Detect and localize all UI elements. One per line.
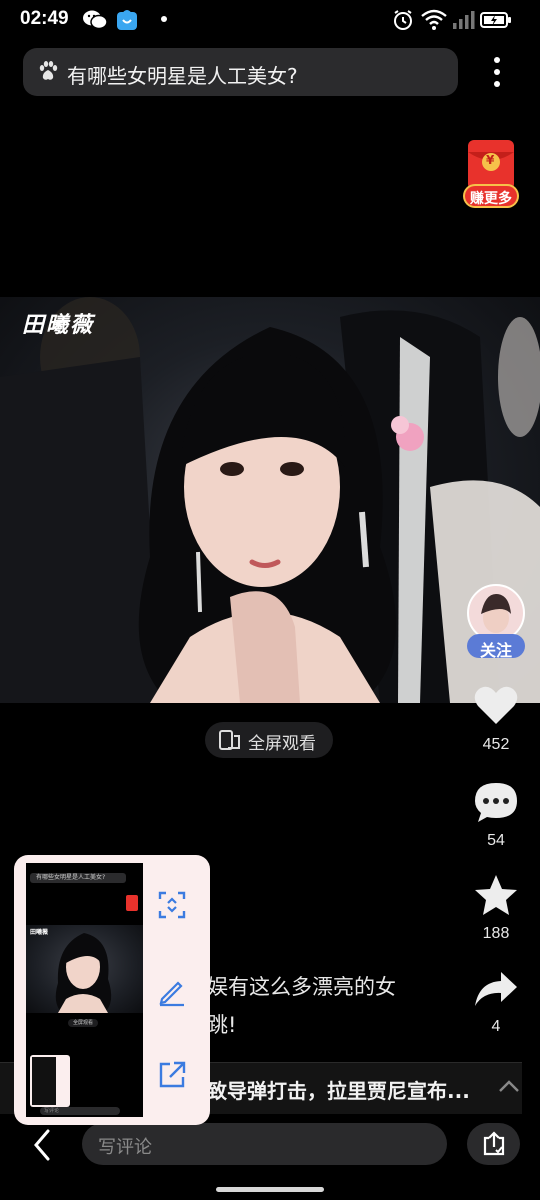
red-packet-symbol: ¥ bbox=[486, 153, 495, 167]
wifi-icon bbox=[421, 9, 447, 30]
author-follow[interactable]: 关注 bbox=[467, 584, 525, 660]
share-screen-button[interactable] bbox=[467, 1123, 520, 1165]
fullscreen-icon bbox=[219, 730, 240, 750]
video-player[interactable]: 田曦薇 bbox=[0, 297, 540, 703]
battery-icon bbox=[480, 12, 511, 28]
comment-bubble-icon bbox=[475, 783, 517, 822]
thumb-fullscreen-label: 全屏观看 bbox=[73, 1020, 94, 1026]
search-bar[interactable]: 有哪些女明星是人工美女? bbox=[23, 48, 458, 96]
thumb-search-text: 有哪些女明星是人工美女? bbox=[36, 874, 106, 881]
back-arrow-icon[interactable] bbox=[30, 1128, 56, 1162]
caption-line-2: 跳! bbox=[207, 1013, 237, 1037]
share-count: 4 bbox=[491, 1018, 501, 1035]
thumb-video: 田曦薇 bbox=[26, 925, 143, 1013]
thumb-video-frame bbox=[55, 933, 112, 1013]
screenshot-preview-panel[interactable]: 有哪些女明星是人工美女? 田曦薇 全屏观看 写评论 bbox=[14, 855, 210, 1125]
comment-button[interactable]: 54 bbox=[468, 780, 524, 850]
news-headline[interactable]: 致导弹打击，拉里贾尼宣布... bbox=[207, 1075, 470, 1104]
signal-icon bbox=[453, 11, 475, 29]
follow-button[interactable]: 关注 bbox=[480, 637, 512, 661]
comment-input[interactable]: 写评论 bbox=[82, 1123, 447, 1165]
thumb-red-packet bbox=[126, 895, 138, 911]
share-external-icon[interactable] bbox=[156, 1059, 188, 1091]
app-store-icon bbox=[117, 10, 137, 30]
alarm-icon bbox=[394, 10, 412, 30]
paw-icon bbox=[39, 61, 58, 80]
notification-dot bbox=[161, 16, 167, 22]
thumb-nested-screenshot bbox=[30, 1055, 70, 1107]
thumb-comment-bar: 写评论 bbox=[40, 1107, 120, 1115]
thumb-comment-placeholder: 写评论 bbox=[44, 1108, 60, 1114]
thumb-fullscreen-pill: 全屏观看 bbox=[68, 1019, 98, 1027]
chevron-up-icon[interactable] bbox=[498, 1079, 520, 1093]
edit-pen-icon[interactable] bbox=[156, 975, 188, 1007]
comment-placeholder: 写评论 bbox=[98, 1137, 152, 1158]
scroll-capture-icon[interactable] bbox=[156, 889, 188, 921]
share-button[interactable]: 4 bbox=[468, 968, 524, 1036]
comment-count: 54 bbox=[487, 832, 505, 849]
fullscreen-button[interactable]: 全屏观看 bbox=[205, 722, 333, 758]
heart-icon bbox=[474, 686, 518, 724]
wechat-icon bbox=[83, 10, 108, 30]
favorite-button[interactable]: 188 bbox=[468, 873, 524, 943]
share-box-icon bbox=[483, 1131, 505, 1156]
like-button[interactable]: 452 bbox=[468, 684, 524, 754]
red-packet-reward-button[interactable]: ¥ 赚更多 bbox=[462, 138, 520, 212]
red-packet-label: 赚更多 bbox=[470, 191, 512, 207]
thumb-search-bar: 有哪些女明星是人工美女? bbox=[30, 873, 126, 883]
caption-line-1: 娱有这么多漂亮的女 bbox=[207, 975, 396, 999]
thumb-watermark: 田曦薇 bbox=[30, 929, 49, 936]
share-arrow-icon bbox=[475, 972, 517, 1006]
search-query[interactable]: 有哪些女明星是人工美女? bbox=[67, 60, 298, 89]
favorite-count: 188 bbox=[482, 925, 510, 942]
fullscreen-label: 全屏观看 bbox=[248, 734, 316, 754]
home-indicator[interactable] bbox=[216, 1187, 324, 1192]
screenshot-thumbnail[interactable]: 有哪些女明星是人工美女? 田曦薇 全屏观看 写评论 bbox=[26, 863, 143, 1117]
thumb-nested-image bbox=[32, 1057, 56, 1105]
video-caption: 娱有这么多漂亮的女 跳! bbox=[207, 968, 396, 1044]
video-watermark: 田曦薇 bbox=[22, 312, 95, 338]
status-time: 02:49 bbox=[20, 8, 69, 29]
video-frame bbox=[0, 297, 540, 703]
star-icon bbox=[475, 875, 517, 915]
status-bar: 02:49 bbox=[0, 0, 540, 40]
like-count: 452 bbox=[482, 736, 510, 753]
more-options-icon[interactable] bbox=[484, 54, 510, 90]
